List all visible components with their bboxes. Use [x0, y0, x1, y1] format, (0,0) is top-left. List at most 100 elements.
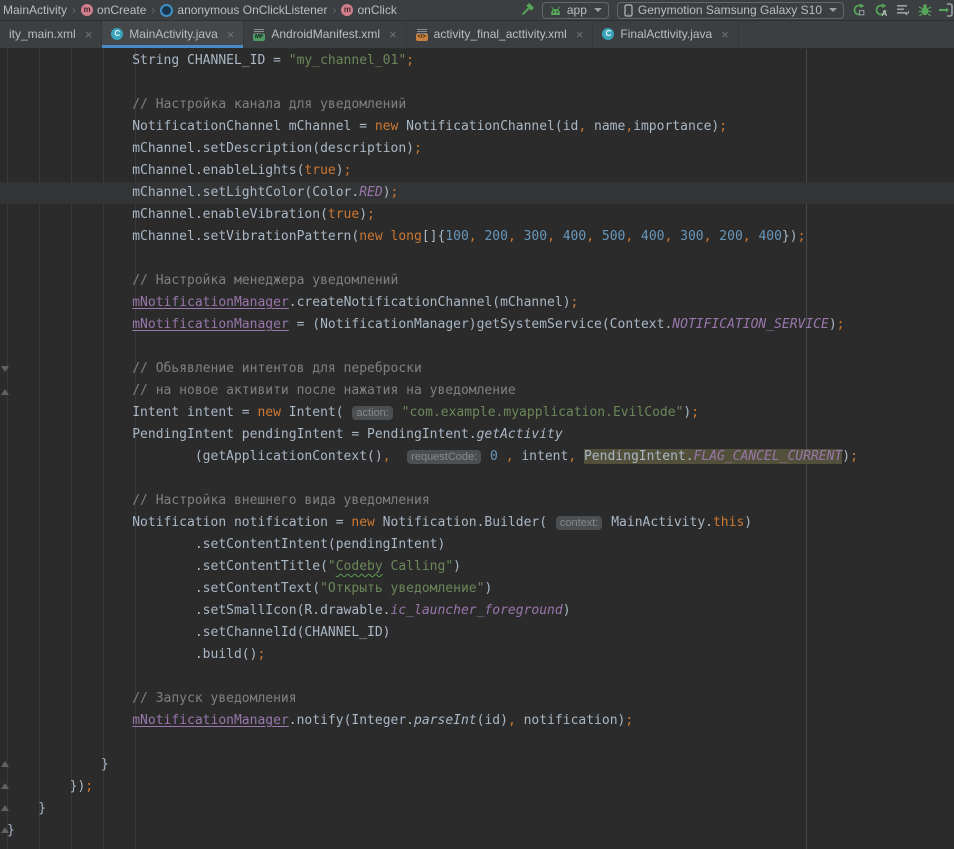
- code-content: String CHANNEL_ID = "my_channel_01"; // …: [0, 50, 954, 842]
- run-configuration-select[interactable]: app: [542, 2, 609, 19]
- code-line: Intent intent = new Intent( action: "com…: [0, 402, 954, 424]
- tab-finalacttivity-java[interactable]: C FinalActtivity.java ×: [593, 20, 738, 48]
- code-line: [0, 248, 954, 270]
- code-line: .setContentText("Открыть уведомление"): [0, 578, 954, 600]
- apply-changes-button[interactable]: [848, 0, 870, 20]
- fold-up-icon[interactable]: [1, 805, 9, 811]
- java-class-icon: C: [111, 28, 123, 40]
- breadcrumb-separator: ›: [149, 3, 157, 17]
- breadcrumb-label: MainActivity: [3, 3, 67, 17]
- java-class-icon: C: [602, 28, 614, 40]
- code-line: // Запуск уведомления: [0, 688, 954, 710]
- fold-down-icon[interactable]: [1, 366, 9, 372]
- code-line: PendingIntent pendingIntent = PendingInt…: [0, 424, 954, 446]
- code-line: // Обьявление интентов для переброски: [0, 358, 954, 380]
- breadcrumb-label: onCreate: [97, 3, 146, 17]
- code-line: Notification notification = new Notifica…: [0, 512, 954, 534]
- device-select[interactable]: Genymotion Samsung Galaxy S10: [617, 2, 844, 19]
- code-line: // на новое активити после нажатия на ув…: [0, 380, 954, 402]
- breadcrumb-item-anonymous-class[interactable]: anonymous OnClickListener: [157, 3, 330, 17]
- toolbar-run-area: app Genymotion Samsung Galaxy S10 A: [516, 0, 954, 20]
- code-line: .setSmallIcon(R.drawable.ic_launcher_for…: [0, 600, 954, 622]
- code-line: mChannel.setDescription(description);: [0, 138, 954, 160]
- tab-label: activity_final_acttivity.xml: [434, 27, 567, 41]
- code-line: mNotificationManager.notify(Integer.pars…: [0, 710, 954, 732]
- method-icon: m: [341, 4, 353, 16]
- code-line: .setContentIntent(pendingIntent): [0, 534, 954, 556]
- fold-up-icon[interactable]: [1, 827, 9, 833]
- main-toolbar: MainActivity › m onCreate › anonymous On…: [0, 0, 954, 21]
- android-icon: [549, 5, 562, 16]
- code-line: mChannel.setLightColor(Color.RED);: [0, 182, 954, 204]
- breadcrumb-label: anonymous OnClickListener: [177, 3, 327, 17]
- close-tab-icon[interactable]: ×: [85, 28, 93, 41]
- close-tab-icon[interactable]: ×: [576, 28, 584, 41]
- code-line: [0, 666, 954, 688]
- close-tab-icon[interactable]: ×: [227, 28, 235, 41]
- close-tab-icon[interactable]: ×: [389, 28, 397, 41]
- code-line: // Настройка менеджера уведомлений: [0, 270, 954, 292]
- breadcrumb-item-oncreate[interactable]: m onCreate: [78, 3, 149, 17]
- apply-code-changes-button[interactable]: A: [870, 0, 892, 20]
- code-line: }: [0, 820, 954, 842]
- code-line: mChannel.setVibrationPattern(new long[]{…: [0, 226, 954, 248]
- code-line: mNotificationManager = (NotificationMana…: [0, 314, 954, 336]
- attach-debugger-button[interactable]: [936, 0, 954, 20]
- code-line: mChannel.enableVibration(true);: [0, 204, 954, 226]
- tab-label: ity_main.xml: [9, 27, 76, 41]
- phone-icon: [624, 4, 633, 17]
- code-line: NotificationChannel mChannel = new Notif…: [0, 116, 954, 138]
- tab-androidmanifest-xml[interactable]: MF AndroidManifest.xml ×: [244, 20, 406, 48]
- chevron-down-icon: [829, 8, 837, 12]
- code-line: .build();: [0, 644, 954, 666]
- code-line: .setContentTitle("Codeby Calling"): [0, 556, 954, 578]
- fold-up-icon[interactable]: [1, 761, 9, 767]
- manifest-file-icon: MF: [253, 28, 265, 41]
- tab-label: FinalActtivity.java: [620, 27, 712, 41]
- apply-changes-icon: [851, 2, 867, 18]
- code-line: [0, 72, 954, 94]
- profiler-button[interactable]: [892, 0, 914, 20]
- code-line: });: [0, 776, 954, 798]
- fold-up-icon[interactable]: [1, 783, 9, 789]
- xml-file-icon: </>: [416, 28, 428, 41]
- code-line: mNotificationManager.createNotificationC…: [0, 292, 954, 314]
- chevron-down-icon: [594, 8, 602, 12]
- code-line: }: [0, 754, 954, 776]
- close-tab-icon[interactable]: ×: [721, 28, 729, 41]
- build-button[interactable]: [516, 0, 538, 20]
- code-line: [0, 468, 954, 490]
- tab-label: MainActivity.java: [129, 27, 217, 41]
- method-icon: m: [81, 4, 93, 16]
- breadcrumb-separator: ›: [70, 3, 78, 17]
- run-configuration-label: app: [567, 3, 587, 17]
- breadcrumb-label: onClick: [357, 3, 396, 17]
- tab-mainactivity-java[interactable]: C MainActivity.java ×: [102, 20, 244, 48]
- breadcrumb-item-onclick[interactable]: m onClick: [338, 3, 399, 17]
- code-line: // Настройка канала для уведомлений: [0, 94, 954, 116]
- fold-up-icon[interactable]: [1, 389, 9, 395]
- apply-code-changes-icon: A: [873, 2, 889, 18]
- build-hammer-icon: [519, 2, 535, 18]
- breadcrumb: MainActivity › m onCreate › anonymous On…: [0, 0, 400, 20]
- svg-text:A: A: [882, 9, 888, 18]
- breadcrumb-item-class[interactable]: MainActivity: [0, 3, 70, 17]
- attach-debugger-icon: [937, 2, 953, 18]
- breadcrumb-separator: ›: [330, 3, 338, 17]
- code-line: .setChannelId(CHANNEL_ID): [0, 622, 954, 644]
- code-line: // Настройка внешнего вида уведомления: [0, 490, 954, 512]
- tab-activity-final-acttivity-xml[interactable]: </> activity_final_acttivity.xml ×: [407, 20, 594, 48]
- code-line: }: [0, 798, 954, 820]
- debug-button[interactable]: [914, 0, 936, 20]
- code-line: [0, 732, 954, 754]
- tab-activity-main-xml[interactable]: ity_main.xml ×: [0, 20, 102, 48]
- device-label: Genymotion Samsung Galaxy S10: [638, 3, 822, 17]
- code-line: (getApplicationContext(), requestCode: 0…: [0, 446, 954, 468]
- code-line: String CHANNEL_ID = "my_channel_01";: [0, 50, 954, 72]
- code-line: mChannel.enableLights(true);: [0, 160, 954, 182]
- profiler-icon: [895, 2, 911, 18]
- anonymous-class-icon: [160, 4, 173, 17]
- code-editor[interactable]: String CHANNEL_ID = "my_channel_01"; // …: [0, 48, 954, 849]
- tab-label: AndroidManifest.xml: [271, 27, 380, 41]
- editor-tab-bar: ity_main.xml × C MainActivity.java × MF …: [0, 20, 954, 49]
